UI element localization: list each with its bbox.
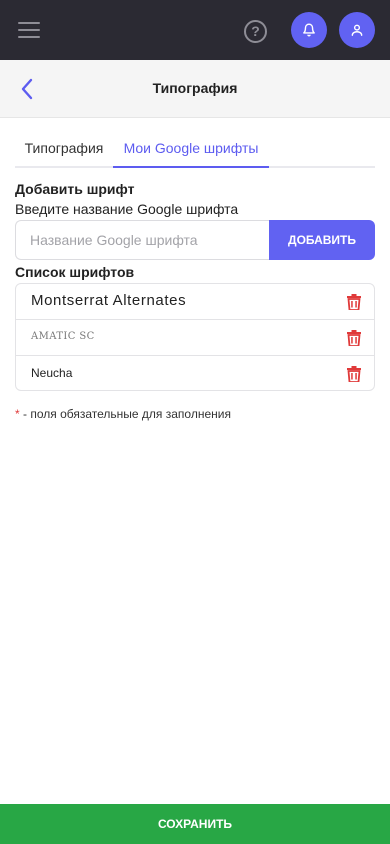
tab-bar: Типография Мои Google шрифты <box>15 132 375 168</box>
tab-my-google-fonts[interactable]: Мои Google шрифты <box>113 132 269 168</box>
font-name: Montserrat Alternates <box>31 292 187 309</box>
list-item: AMATIC SC <box>16 320 374 356</box>
required-note-text: - поля обязательные для заполнения <box>19 407 231 421</box>
tab-typography[interactable]: Типография <box>15 132 113 168</box>
font-name: Neucha <box>31 366 73 380</box>
font-name-input[interactable] <box>15 220 269 260</box>
hamburger-icon[interactable] <box>18 20 40 40</box>
bell-icon <box>303 23 315 37</box>
list-item: Neucha <box>16 356 374 392</box>
trash-icon[interactable] <box>347 294 361 310</box>
font-list-heading: Список шрифтов <box>15 264 135 280</box>
trash-icon[interactable] <box>347 366 361 382</box>
user-icon <box>351 24 363 36</box>
save-button[interactable]: СОХРАНИТЬ <box>0 804 390 844</box>
trash-icon[interactable] <box>347 330 361 346</box>
font-name: AMATIC SC <box>31 331 95 342</box>
top-bar: ? <box>0 0 390 60</box>
add-font-button[interactable]: ДОБАВИТЬ <box>269 220 375 260</box>
font-list: Montserrat Alternates AMATIC SC Neucha <box>15 283 375 391</box>
list-item: Montserrat Alternates <box>16 284 374 320</box>
question-circle-icon[interactable]: ? <box>244 20 267 43</box>
page-title: Типография <box>152 80 238 96</box>
add-font-label: Введите название Google шрифта <box>15 201 239 217</box>
notifications-button[interactable] <box>291 12 327 48</box>
profile-button[interactable] <box>339 12 375 48</box>
add-font-heading: Добавить шрифт <box>15 181 135 197</box>
required-note: * - поля обязательные для заполнения <box>15 407 231 421</box>
page-header: Типография <box>0 60 390 118</box>
